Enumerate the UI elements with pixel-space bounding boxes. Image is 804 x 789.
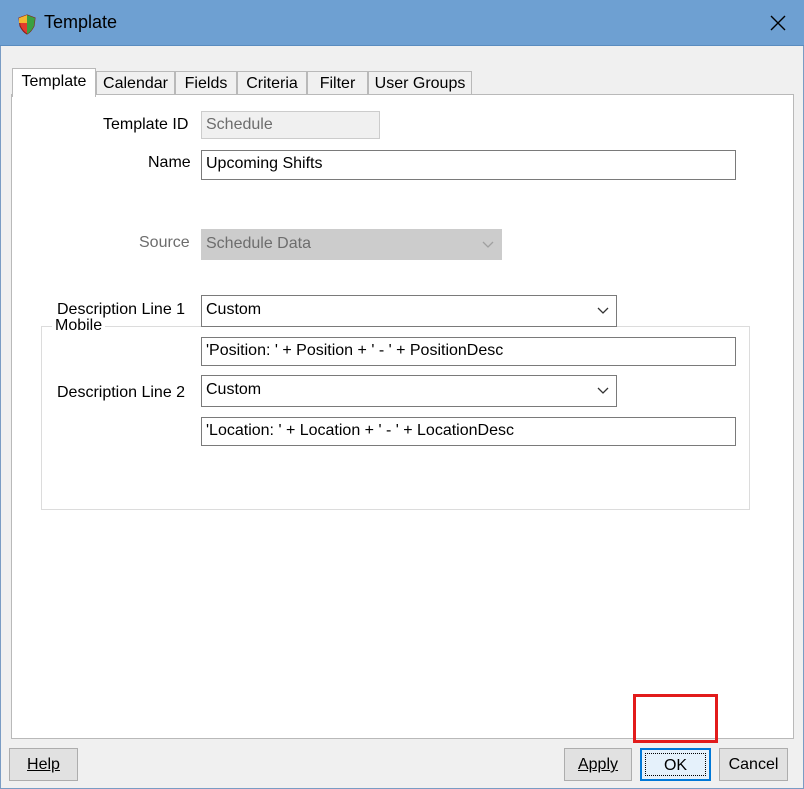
description-line-2-expression[interactable]: 'Location: ' + Location + ' - ' + Locati… — [201, 417, 736, 446]
chevron-down-icon — [597, 387, 609, 394]
cancel-button[interactable]: Cancel — [719, 748, 788, 781]
apply-button-label: Apply — [577, 756, 619, 773]
tab-strip: Template Calendar Fields Criteria Filter… — [12, 68, 792, 97]
description-line-1-label: Description Line 1 — [57, 301, 186, 318]
close-icon — [770, 15, 786, 31]
tab-fields[interactable]: Fields — [175, 71, 237, 96]
name-label: Name — [148, 154, 191, 171]
cancel-button-label: Cancel — [728, 756, 779, 773]
tab-template[interactable]: Template — [12, 68, 96, 97]
chevron-down-icon — [597, 307, 609, 314]
app-shield-icon — [18, 14, 36, 35]
mobile-group-label: Mobile — [52, 317, 106, 335]
tab-calendar[interactable]: Calendar — [96, 71, 175, 96]
ok-button-highlight — [633, 694, 718, 743]
tab-user-groups[interactable]: User Groups — [368, 71, 472, 96]
window-title: Template — [44, 12, 118, 32]
template-id-field: Schedule — [201, 111, 380, 139]
source-label: Source — [139, 234, 190, 251]
help-button-label: Help — [27, 756, 60, 773]
chevron-down-icon — [482, 241, 494, 248]
source-select-value: Schedule Data — [206, 235, 311, 252]
title-bar: Template — [0, 0, 804, 46]
ok-focus-ring — [645, 753, 706, 776]
name-field[interactable]: Upcoming Shifts — [201, 150, 736, 180]
help-button[interactable]: Help — [9, 748, 78, 781]
apply-button[interactable]: Apply — [564, 748, 632, 781]
description-line-2-select-value: Custom — [206, 381, 262, 398]
description-line-1-select[interactable]: Custom — [201, 295, 617, 327]
description-line-2-select[interactable]: Custom — [201, 375, 617, 407]
ok-button[interactable]: OK — [640, 748, 711, 781]
source-select: Schedule Data — [201, 229, 502, 260]
dialog-body: Template Calendar Fields Criteria Filter… — [0, 46, 804, 789]
close-button[interactable] — [758, 6, 798, 40]
template-id-label: Template ID — [103, 116, 189, 133]
description-line-1-expression[interactable]: 'Position: ' + Position + ' - ' + Positi… — [201, 337, 736, 366]
tab-filter[interactable]: Filter — [307, 71, 368, 96]
description-line-1-select-value: Custom — [206, 301, 262, 318]
description-line-2-label: Description Line 2 — [57, 384, 186, 401]
tab-panel-template: Template ID Schedule Name Upcoming Shift… — [11, 94, 794, 739]
tab-criteria[interactable]: Criteria — [237, 71, 307, 96]
